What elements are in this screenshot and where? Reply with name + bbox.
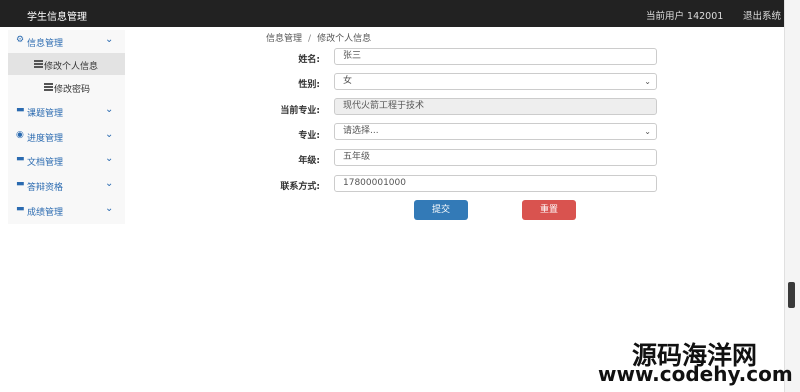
card-icon: ▬	[16, 154, 25, 164]
sidebar-item-topic-management[interactable]: ▬ 课题管理 ⌄	[8, 100, 125, 122]
gear-icon: ⚙	[16, 35, 25, 45]
top-navbar: 学生信息管理 当前用户 142001 退出系统	[0, 0, 784, 27]
reset-button[interactable]: 重置	[522, 200, 576, 220]
sidebar-subitem-label: 修改密码	[54, 85, 91, 95]
sidebar-item-label: 答辩资格	[27, 183, 64, 193]
chevron-down-icon: ⌄	[105, 178, 114, 189]
sidebar-item-label: 成绩管理	[27, 208, 64, 218]
current-major-field: 现代火箭工程于技术	[334, 98, 657, 115]
sidebar-item-label: 文档管理	[27, 158, 64, 168]
contact-value: 17800001000	[343, 178, 406, 188]
major-select[interactable]: 请选择... ⌄	[334, 123, 657, 140]
gender-value: 女	[343, 76, 353, 86]
logout-link[interactable]: 退出系统	[743, 8, 781, 22]
chevron-down-icon: ⌄	[105, 129, 114, 140]
breadcrumb-separator: /	[308, 34, 312, 44]
scrollbar-thumb[interactable]	[788, 282, 795, 308]
chevron-down-icon: ⌄	[105, 203, 114, 214]
sidebar-item-label: 进度管理	[27, 134, 64, 144]
chevron-down-icon: ⌄	[105, 104, 114, 115]
name-input[interactable]: 张三	[334, 48, 657, 65]
breadcrumb-current: 修改个人信息	[317, 34, 372, 44]
chevron-down-icon: ⌄	[105, 34, 114, 45]
card-icon: ▬	[16, 179, 25, 189]
sidebar-subitem-edit-profile[interactable]: 修改个人信息	[8, 53, 125, 75]
name-label: 姓名:	[298, 55, 320, 65]
sidebar-item-label: 信息管理	[27, 39, 64, 49]
app-title[interactable]: 学生信息管理	[27, 8, 87, 23]
major-label: 专业:	[298, 131, 320, 141]
contact-label: 联系方式:	[280, 182, 320, 192]
sidebar-subitem-change-password[interactable]: 修改密码	[8, 76, 125, 98]
grade-value: 五年级	[343, 152, 371, 162]
card-icon: ▬	[16, 105, 25, 115]
contact-input[interactable]: 17800001000	[334, 175, 657, 192]
vertical-scrollbar[interactable]	[784, 0, 800, 392]
sidebar-item-grade-management[interactable]: ▬ 成绩管理 ⌄	[8, 199, 125, 221]
sidebar: ⚙ 信息管理 ⌄ 修改个人信息 修改密码 ▬ 课题管理 ⌄ ◉ 进度管理 ⌄ ▬…	[8, 30, 125, 224]
major-value: 请选择...	[343, 126, 379, 136]
chevron-down-icon: ⌄	[105, 153, 114, 164]
gender-select[interactable]: 女 ⌄	[334, 73, 657, 90]
chevron-down-icon: ⌄	[644, 77, 651, 86]
sidebar-item-document-management[interactable]: ▬ 文档管理 ⌄	[8, 149, 125, 171]
card-icon: ▬	[16, 204, 25, 214]
breadcrumb: 信息管理 / 修改个人信息	[266, 31, 371, 44]
list-icon	[34, 60, 43, 68]
submit-button[interactable]: 提交	[414, 200, 468, 220]
globe-icon: ◉	[16, 130, 24, 140]
sidebar-item-progress-management[interactable]: ◉ 进度管理 ⌄	[8, 125, 125, 147]
sidebar-item-label: 课题管理	[27, 109, 64, 119]
grade-label: 年级:	[298, 156, 320, 166]
watermark-url: www.codehy.com	[598, 362, 793, 386]
breadcrumb-root-link[interactable]: 信息管理	[266, 34, 302, 44]
sidebar-item-info-management[interactable]: ⚙ 信息管理 ⌄	[8, 30, 125, 52]
current-user-label: 当前用户 142001	[646, 11, 724, 22]
list-icon	[44, 83, 53, 91]
name-value: 张三	[343, 51, 362, 61]
grade-input[interactable]: 五年级	[334, 149, 657, 166]
current-major-label: 当前专业:	[280, 106, 320, 116]
chevron-down-icon: ⌄	[644, 127, 651, 136]
current-major-value: 现代火箭工程于技术	[343, 101, 425, 111]
sidebar-subitem-label: 修改个人信息	[44, 62, 99, 72]
gender-label: 性别:	[298, 80, 320, 90]
sidebar-item-defense-qualification[interactable]: ▬ 答辩资格 ⌄	[8, 174, 125, 196]
